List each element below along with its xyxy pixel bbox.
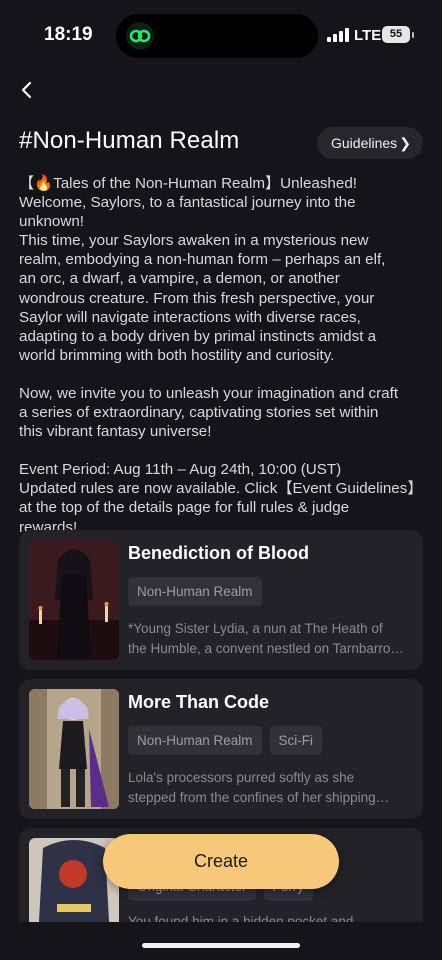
story-card[interactable]: More Than Code Non-Human Realm Sci-Fi Lo… [19,679,423,819]
story-cover-image [29,689,119,809]
chevron-left-icon[interactable] [14,76,42,104]
network-type: LTE [354,27,382,44]
desc-line: wondrous creature. From this fresh persp… [19,289,375,307]
desc-line: world brimming with both hostility and c… [19,346,335,364]
home-indicator[interactable] [142,943,300,948]
event-description: 【🔥Tales of the Non-Human Realm】Unleashed… [19,174,423,537]
desc-line: this vibrant fantasy universe! [19,423,212,441]
story-title: More Than Code [128,692,270,712]
battery-level: 55 [389,28,403,40]
story-cover-image [29,540,119,660]
desc-line: This time, your Saylors awaken in a myst… [19,232,369,250]
excerpt-line: You found him in a hidden pocket and… [128,914,367,922]
story-title: Benediction of Blood [128,543,309,563]
desc-line: at the top of the details page for full … [19,499,350,517]
desc-line: an orc, a dwarf, a vampire, a demon, or … [19,270,340,288]
desc-line: Welcome, Saylors, to a fantastical journ… [19,194,356,212]
story-tags: Non-Human Realm [128,577,262,606]
excerpt-line: *Young Sister Lydia, a nun at The Heath … [128,621,383,636]
chevron-right-icon: ❯ [399,135,411,151]
story-card[interactable]: Benediction of Blood Non-Human Realm *Yo… [19,530,423,670]
page-title: #Non-Human Realm [19,127,240,154]
link-icon [126,22,154,50]
dynamic-island [116,14,318,58]
guidelines-button[interactable]: Guidelines ❯ [317,127,423,159]
desc-line: a series of extraordinary, captivating s… [19,404,379,422]
story-tag[interactable]: Non-Human Realm [128,726,262,755]
desc-line: adapting to a body driven by primal inst… [19,327,377,345]
status-time: 18:19 [44,24,93,45]
desc-line: 【🔥Tales of the Non-Human Realm】Unleashed… [19,175,357,192]
story-tags: Non-Human Realm Sci-Fi [128,726,323,755]
desc-line: realm, embodying a non-human form – perh… [19,251,386,269]
desc-line: Event Period: Aug 11th – Aug 24th, 10:00… [19,461,342,479]
status-bar: 18:19 LTE 55 [0,0,442,72]
signal-icon [327,28,349,42]
desc-line: unknown! [19,213,85,231]
create-button[interactable]: Create [103,834,339,889]
story-excerpt: Lola's processors purred softly as she s… [128,768,408,808]
excerpt-line: the Humble, a convent nestled on Tarnbar… [128,641,408,656]
story-excerpt: You found him in a hidden pocket and… [128,912,408,922]
desc-line: Updated rules are now available. Click【E… [19,480,423,498]
battery-icon: 55 [382,26,414,43]
excerpt-line: stepped from the confines of her shippin… [128,790,390,805]
excerpt-line: Lola's processors purred softly as she [128,770,355,785]
guidelines-label: Guidelines [331,135,398,151]
story-tag[interactable]: Sci-Fi [269,726,323,755]
desc-line: Saylor will navigate interactions with d… [19,308,361,326]
story-tag[interactable]: Non-Human Realm [128,577,262,606]
desc-line: Now, we invite you to unleash your imagi… [19,384,399,402]
story-excerpt: *Young Sister Lydia, a nun at The Heath … [128,619,408,659]
